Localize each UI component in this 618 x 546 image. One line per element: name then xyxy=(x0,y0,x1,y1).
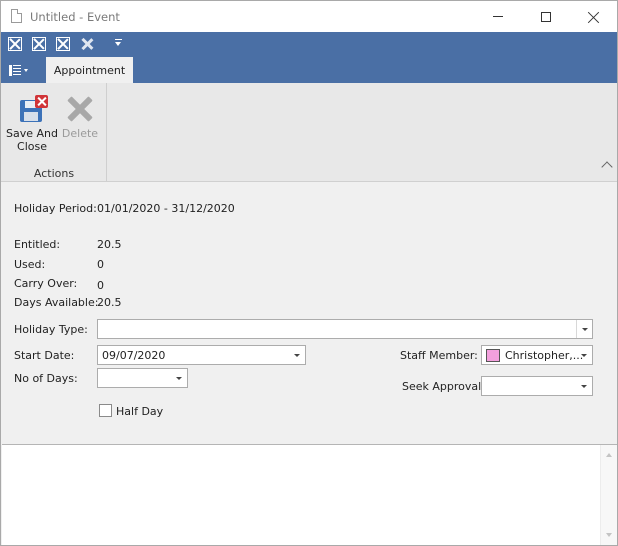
tab-appointment[interactable]: Appointment xyxy=(46,57,133,83)
close-box-icon[interactable] xyxy=(32,37,46,51)
collapse-ribbon-chevron-icon[interactable] xyxy=(601,161,613,173)
delete-icon[interactable] xyxy=(80,37,94,51)
delete-icon xyxy=(67,96,93,122)
chevron-down-icon xyxy=(24,68,28,72)
chevron-down-icon[interactable] xyxy=(576,346,592,364)
seek-approval-label: Seek Approval: xyxy=(402,380,485,393)
title-bar: Untitled - Event xyxy=(1,1,617,32)
maximize-button[interactable] xyxy=(523,1,569,32)
save-button-label-line1: Save And xyxy=(6,127,58,140)
carry-over-value: 0 xyxy=(97,279,104,292)
holiday-form: Holiday Period: 01/01/2020 - 31/12/2020 … xyxy=(1,182,617,444)
window-title: Untitled - Event xyxy=(30,10,120,24)
group-label-actions: Actions xyxy=(33,167,75,180)
days-available-label: Days Available: xyxy=(14,296,99,309)
holiday-type-select[interactable] xyxy=(97,319,593,339)
quick-access-toolbar xyxy=(1,32,617,56)
holiday-period-value: 01/01/2020 - 31/12/2020 xyxy=(97,202,235,215)
notes-textarea[interactable] xyxy=(2,444,617,545)
start-date-value: 09/07/2020 xyxy=(102,349,166,362)
start-date-picker[interactable]: 09/07/2020 xyxy=(97,345,306,365)
save-button-label-line2: Close xyxy=(17,140,47,153)
seek-approval-select[interactable] xyxy=(481,376,593,396)
chevron-down-icon[interactable] xyxy=(576,320,592,338)
minimize-icon xyxy=(493,16,503,17)
maximize-icon xyxy=(541,11,551,22)
ribbon-group-actions: Save And Close Delete Actions xyxy=(1,83,107,181)
carry-over-label: Carry Over: xyxy=(14,277,78,290)
staff-member-value: Christopher,... xyxy=(505,349,584,362)
event-window: Untitled - Event Appointment Save And Cl… xyxy=(0,0,618,546)
half-day-checkbox[interactable] xyxy=(99,404,112,417)
close-window-button[interactable] xyxy=(571,1,617,32)
scroll-down-icon[interactable] xyxy=(606,533,612,537)
chevron-down-icon[interactable] xyxy=(171,369,187,387)
staff-color-swatch xyxy=(486,349,500,362)
ribbon-tab-bar: Appointment xyxy=(1,56,617,83)
chevron-down-icon[interactable] xyxy=(289,346,305,364)
close-box-icon[interactable] xyxy=(8,37,22,51)
minimize-button[interactable] xyxy=(475,1,521,32)
delete-button-label: Delete xyxy=(61,127,99,140)
used-value: 0 xyxy=(97,258,104,271)
half-day-label: Half Day xyxy=(116,405,164,418)
entitled-label: Entitled: xyxy=(14,238,61,251)
used-label: Used: xyxy=(14,258,46,271)
start-date-label: Start Date: xyxy=(14,349,75,362)
ribbon-panel: Save And Close Delete Actions xyxy=(1,83,617,182)
days-available-value: 20.5 xyxy=(97,296,122,309)
customize-toolbar-dropdown-icon[interactable] xyxy=(114,39,122,46)
staff-member-label: Staff Member: xyxy=(400,349,478,362)
no-of-days-label: No of Days: xyxy=(14,372,78,385)
delete-button[interactable]: Delete xyxy=(59,91,101,140)
close-icon xyxy=(588,11,600,23)
scroll-up-icon[interactable] xyxy=(606,453,612,457)
save-close-icon xyxy=(18,95,48,123)
holiday-type-label: Holiday Type: xyxy=(14,323,88,336)
staff-member-select[interactable]: Christopher,... xyxy=(481,345,593,365)
close-box-icon[interactable] xyxy=(56,37,70,51)
file-menu-button[interactable] xyxy=(9,61,37,79)
no-of-days-select[interactable] xyxy=(97,368,188,388)
menu-list-icon xyxy=(9,64,21,76)
holiday-period-label: Holiday Period: xyxy=(14,202,97,215)
entitled-value: 20.5 xyxy=(97,238,122,251)
red-close-icon xyxy=(35,95,48,108)
notes-scrollbar[interactable] xyxy=(600,445,617,545)
chevron-down-icon[interactable] xyxy=(576,377,592,395)
document-icon xyxy=(11,9,22,23)
save-and-close-button[interactable]: Save And Close xyxy=(5,91,59,153)
